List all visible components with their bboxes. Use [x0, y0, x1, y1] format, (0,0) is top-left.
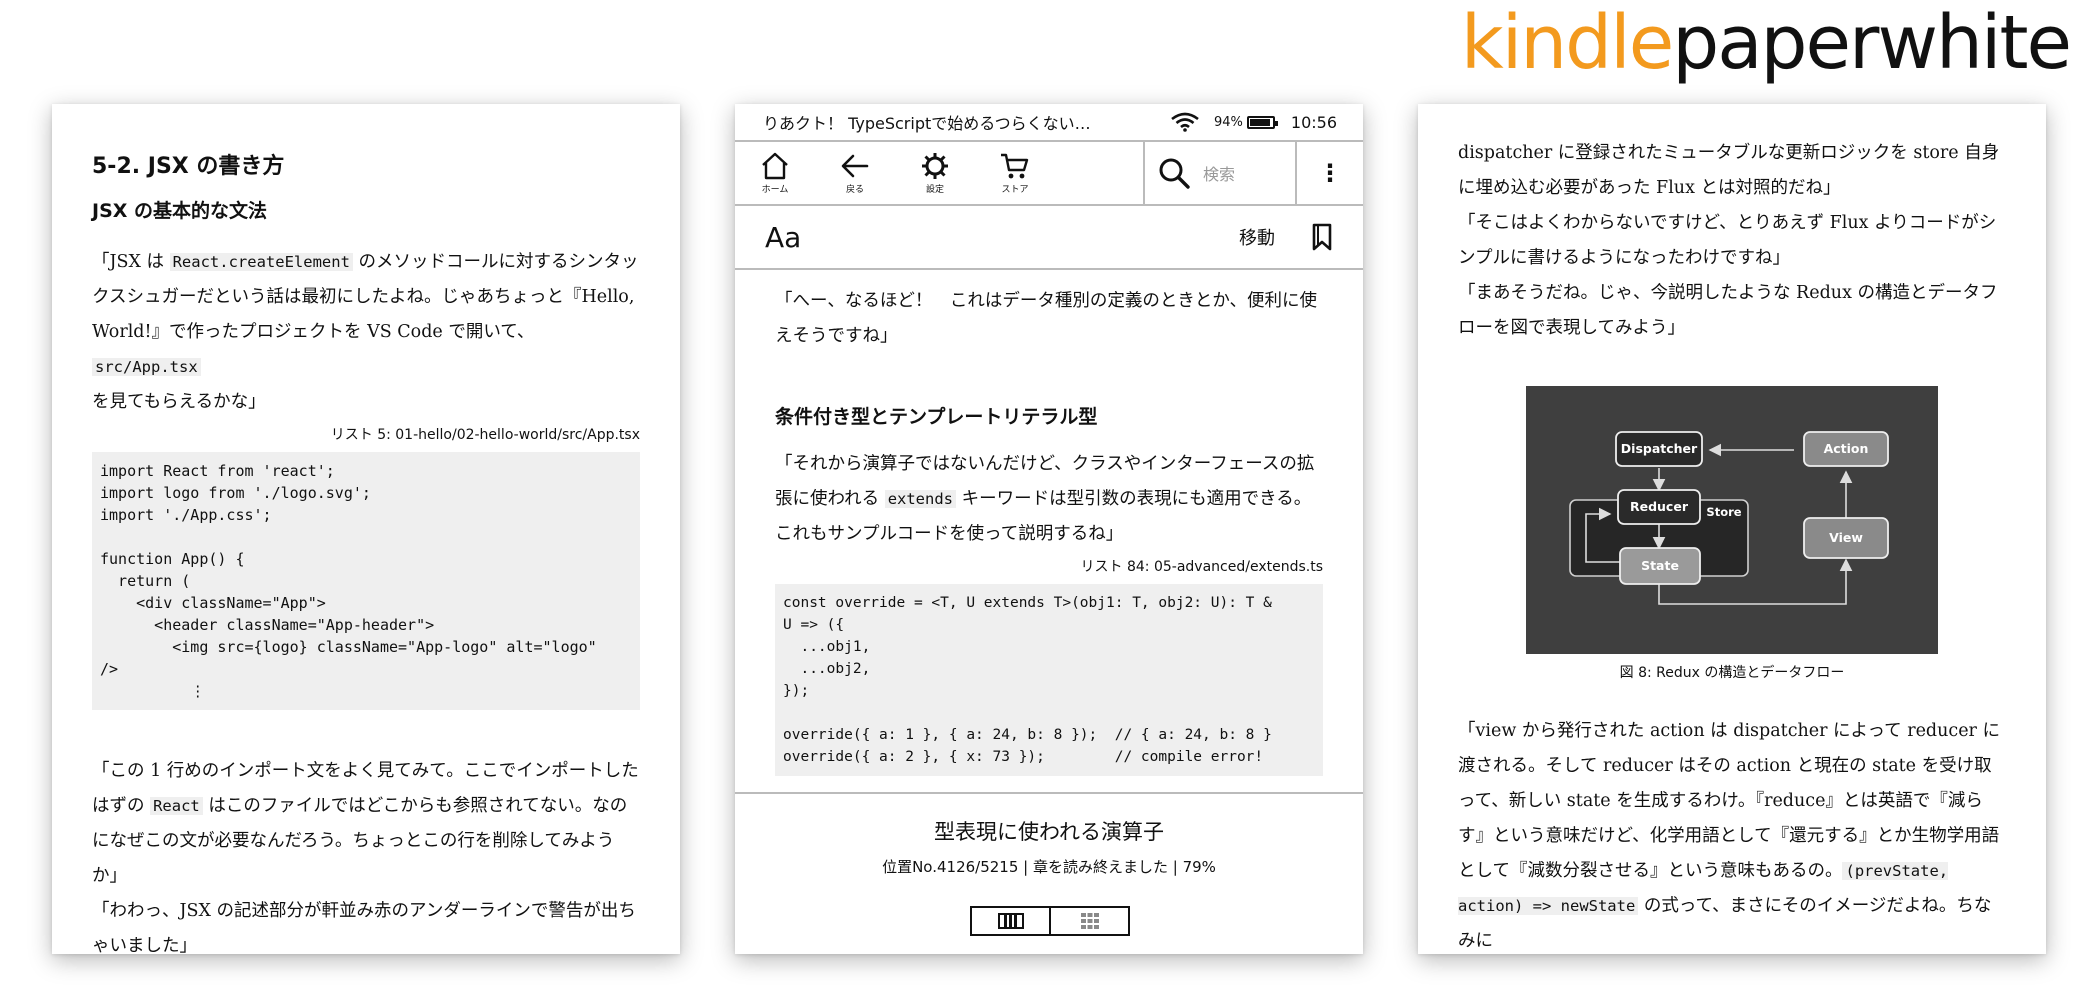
- paragraph: 「この 1 行めのインポート文をよく見てみて。ここでインポートしたはずの Rea…: [92, 754, 640, 894]
- logo-kindle: kindle: [1460, 0, 1674, 86]
- view-toggle: [970, 906, 1130, 936]
- subheading: 条件付き型とテンプレートリテラル型: [775, 406, 1098, 428]
- label-state: State: [1641, 558, 1679, 573]
- inline-code: React: [150, 797, 203, 815]
- kindle-screen: りあクト！ TypeScriptで始めるつらくない… 94% 10:56 ホーム…: [735, 104, 1363, 954]
- reading-content: 「へー、なるほど！ これはデータ種別の定義のときとか、便利に使えそうですね」 条…: [735, 270, 1363, 800]
- subheading: JSX の基本的な文法: [92, 200, 268, 222]
- page-view-icon: [997, 913, 1024, 929]
- inline-code: src/App.tsx: [92, 358, 201, 376]
- page-view-button[interactable]: [972, 908, 1051, 934]
- label-dispatcher: Dispatcher: [1621, 441, 1698, 456]
- label-view: View: [1829, 530, 1863, 545]
- home-icon: [762, 152, 788, 180]
- reading-toolbar: Aa 移動: [735, 206, 1363, 270]
- back-label: 戻る: [845, 185, 864, 195]
- back-button[interactable]: 戻る: [815, 142, 895, 204]
- font-settings-button[interactable]: Aa: [765, 221, 1239, 254]
- listing-caption: リスト 5: 01-hello/02-hello-world/src/App.t…: [330, 427, 640, 443]
- grid-view-icon: [1080, 913, 1099, 929]
- paragraph: 「JSX は React.createElement のメソッドコールに対するシ…: [92, 245, 640, 420]
- settings-button[interactable]: 設定: [895, 142, 975, 204]
- go-to-button[interactable]: 移動: [1239, 224, 1275, 250]
- label-action: Action: [1824, 441, 1869, 456]
- battery-icon: [1246, 115, 1278, 129]
- bookmark-icon[interactable]: [1311, 223, 1333, 251]
- inline-code: React.createElement: [169, 253, 353, 271]
- battery-percent: 94%: [1213, 114, 1243, 130]
- text: 「view から発行された action は dispatcher によって r…: [1458, 721, 2000, 881]
- page-left: 5-2. JSX の書き方 JSX の基本的な文法 「JSX は React.c…: [52, 104, 680, 954]
- home-button[interactable]: ホーム: [735, 142, 815, 204]
- text: 「JSX は: [92, 252, 170, 272]
- grid-view-button[interactable]: [1051, 908, 1128, 934]
- overflow-menu-button[interactable]: ⋮: [1297, 142, 1363, 204]
- paragraph: 「へー、なるほど！ これはデータ種別の定義のときとか、便利に使えそうですね」: [775, 291, 1317, 346]
- chapter-title: 型表現に使われる演算子: [934, 820, 1164, 844]
- reading-footer: 型表現に使われる演算子 位置No.4126/5215 | 章を読み終えました |…: [735, 792, 1363, 954]
- search-placeholder: 検索: [1203, 165, 1236, 184]
- diagram-svg: Dispatcher Action Reducer Store View Sta…: [1569, 431, 1889, 605]
- toolbar: ホーム 戻る 設定 ストア 検索 ⋮: [735, 140, 1363, 206]
- store-label: ストア: [1001, 185, 1029, 195]
- clock: 10:56: [1290, 112, 1337, 132]
- label-store: Store: [1706, 505, 1741, 519]
- wifi-icon: [1171, 112, 1199, 132]
- inline-code: extends: [884, 490, 957, 508]
- paragraph: dispatcher に登録されたミュータブルな更新ロジックを store 自身…: [1458, 143, 2000, 198]
- store-button[interactable]: ストア: [975, 142, 1055, 204]
- search-box[interactable]: 検索: [1143, 142, 1297, 204]
- kindle-paperwhite-logo: kindlepaperwhite: [1461, 6, 2072, 80]
- back-arrow-icon: [841, 154, 869, 178]
- status-bar: りあクト！ TypeScriptで始めるつらくない… 94% 10:56: [735, 104, 1363, 140]
- gear-icon: [922, 153, 948, 179]
- label-reducer: Reducer: [1630, 499, 1689, 514]
- vertical-dots-icon: ⋮: [1318, 159, 1342, 187]
- paragraph: 「それから演算子ではないんだけど、クラスやインターフェースの拡張に使われる ex…: [775, 447, 1323, 552]
- text: を見てもらえるかな」: [92, 392, 266, 412]
- redux-diagram: Dispatcher Action Reducer Store View Sta…: [1526, 386, 1938, 654]
- section-heading: 5-2. JSX の書き方: [92, 154, 285, 179]
- code-block: import React from 'react'; import logo f…: [92, 452, 640, 710]
- figure-caption: 図 8: Redux の構造とデータフロー: [1619, 665, 1845, 681]
- paragraph: 「わわっ、JSX の記述部分が軒並み赤のアンダーラインで警告が出ちゃいました」: [92, 901, 636, 954]
- settings-label: 設定: [925, 185, 944, 195]
- search-icon: [1159, 158, 1190, 189]
- home-label: ホーム: [761, 185, 789, 195]
- book-title: りあクト！ TypeScriptで始めるつらくない…: [763, 114, 1091, 133]
- paragraph: 「そこはよくわからないですけど、とりあえず Flux よりコードがシンプルに書け…: [1458, 213, 1997, 268]
- battery-fill: [1249, 118, 1271, 126]
- cart-icon: [1001, 153, 1029, 179]
- page-right: dispatcher に登録されたミュータブルな更新ロジックを store 自身…: [1418, 104, 2046, 954]
- logo-paperwhite: paperwhite: [1672, 0, 2072, 86]
- code-block: const override = <T, U extends T>(obj1: …: [775, 584, 1323, 776]
- paragraph: 「まあそうだね。じゃ、今説明したような Redux の構造とデータフローを図で表…: [1458, 283, 1998, 338]
- listing-caption: リスト 84: 05-advanced/extends.ts: [1080, 559, 1323, 575]
- paragraph: 「view から発行された action は dispatcher によって r…: [1458, 714, 2006, 954]
- location-progress: 位置No.4126/5215 | 章を読み終えました | 79%: [882, 858, 1216, 876]
